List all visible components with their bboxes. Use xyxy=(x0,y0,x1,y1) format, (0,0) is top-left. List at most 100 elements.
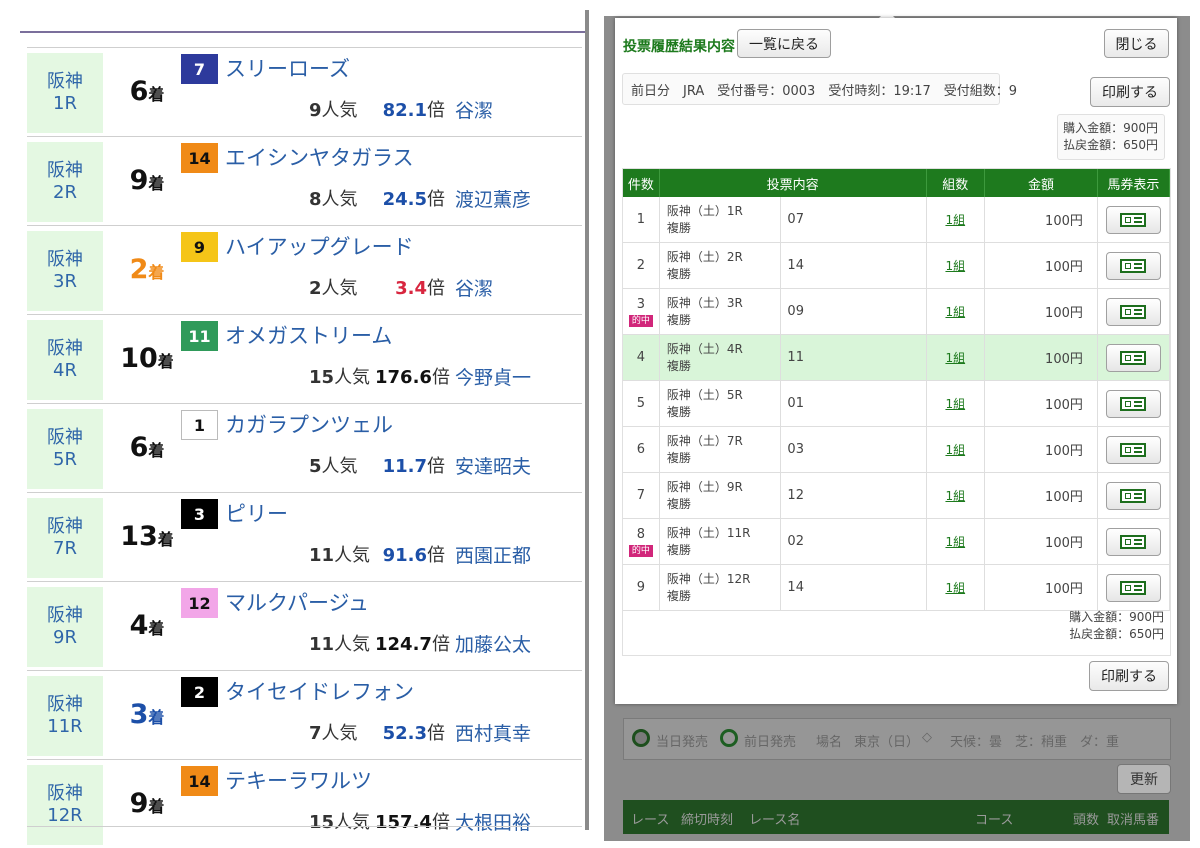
venue-box[interactable]: 阪神 3R xyxy=(27,231,103,311)
finish-place: 10着 xyxy=(111,343,183,374)
venue-box[interactable]: 阪神 1R xyxy=(27,53,103,133)
radio-previous[interactable] xyxy=(720,729,738,747)
show-ticket-button[interactable] xyxy=(1105,297,1161,326)
race-results-panel: 阪神 1R 6着 7 スリーローズ 9人気 82.1倍 谷潔 阪神 2R 9着 14 エイシンヤタガラス… xyxy=(0,0,587,845)
bet-count: 9 xyxy=(623,564,660,611)
show-ticket-button[interactable] xyxy=(1105,205,1161,234)
bet-sets-cell: 1組 xyxy=(926,242,986,289)
venue-box[interactable]: 阪神 12R xyxy=(27,765,103,845)
horse-name[interactable]: オメガストリーム xyxy=(225,320,392,350)
bet-sets-link[interactable]: 1組 xyxy=(945,581,965,595)
bet-sets-link[interactable]: 1組 xyxy=(945,489,965,503)
bet-count: 3 的中 xyxy=(623,288,660,335)
bet-sets-link[interactable]: 1組 xyxy=(945,351,965,365)
jockey-name[interactable]: 安達昭夫 xyxy=(455,452,531,479)
horse-name[interactable]: エイシンヤタガラス xyxy=(225,142,414,172)
show-ticket-button[interactable] xyxy=(1105,435,1161,464)
popularity-suffix: 人気 xyxy=(334,545,371,566)
horse-name[interactable]: ピリー xyxy=(225,498,288,528)
venue-box[interactable]: 阪神 2R xyxy=(27,142,103,222)
venue-box[interactable]: 阪神 11R xyxy=(27,676,103,756)
bet-sets-link[interactable]: 1組 xyxy=(945,443,965,457)
odds-suffix: 倍 xyxy=(427,100,445,121)
venue-name: 阪神 xyxy=(47,516,83,537)
venue-box[interactable]: 阪神 7R xyxy=(27,498,103,578)
jockey-name[interactable]: 今野貞一 xyxy=(455,363,531,390)
jockey-name[interactable]: 西園正都 xyxy=(455,541,531,568)
odds-value: 124.7 xyxy=(375,634,432,655)
bet-sets-link[interactable]: 1組 xyxy=(945,397,965,411)
bet-table-area: 件数 投票内容 組数 金額 馬券表示 1 阪神（土）1R 複勝 07 1組 100円 2 阪神… xyxy=(622,168,1171,656)
race-result-row: 阪神 12R 9着 14 テキーラワルツ 15人気 157.4倍 大根田裕 xyxy=(27,759,582,848)
bet-type: 複勝 xyxy=(666,542,691,557)
jockey-name[interactable]: 西村真幸 xyxy=(455,719,531,746)
place-suffix: 着 xyxy=(148,263,165,282)
bet-sets-link[interactable]: 1組 xyxy=(945,259,965,273)
purchase-amount: 購入金額：900円 xyxy=(1063,121,1158,135)
venue-box[interactable]: 阪神 5R xyxy=(27,409,103,489)
horse-name[interactable]: マルクパージュ xyxy=(225,587,369,617)
horse-number-badge: 14 xyxy=(181,766,218,796)
bet-amount: 100円 xyxy=(984,197,1098,243)
bet-amount: 100円 xyxy=(984,518,1098,565)
venue-name: 阪神 xyxy=(47,338,83,359)
bet-sets-link[interactable]: 1組 xyxy=(945,535,965,549)
bet-sets-link[interactable]: 1組 xyxy=(945,305,965,319)
venue-box[interactable]: 阪神 9R xyxy=(27,587,103,667)
bet-content: 14 xyxy=(780,242,927,289)
odds: 91.6倍 xyxy=(375,541,445,567)
odds-suffix: 倍 xyxy=(427,545,445,566)
horse-name[interactable]: テキーラワルツ xyxy=(225,765,372,795)
jockey-name[interactable]: 大根田裕 xyxy=(455,808,531,835)
horse-name[interactable]: カガラプンツェル xyxy=(225,409,393,439)
close-button[interactable]: 閉じる xyxy=(1104,29,1169,58)
place-number: 6 xyxy=(129,432,149,463)
race-result-row: 阪神 4R 10着 11 オメガストリーム 15人気 176.6倍 今野貞一 xyxy=(27,314,582,403)
bet-type: 複勝 xyxy=(666,220,691,235)
horse-name[interactable]: ハイアップグレード xyxy=(225,231,414,261)
bet-type: 複勝 xyxy=(666,266,691,281)
horse-name[interactable]: タイセイドレフォン xyxy=(225,676,414,706)
radio-today[interactable] xyxy=(632,729,650,747)
bet-no: 6 xyxy=(636,442,646,457)
bet-ticket-cell xyxy=(1097,242,1171,289)
jockey-name[interactable]: 加藤公太 xyxy=(455,630,531,657)
bet-race: 阪神（土）2R 複勝 xyxy=(659,242,782,289)
back-to-list-button[interactable]: 一覧に戻る xyxy=(737,29,831,58)
odds-value: 3.4 xyxy=(395,278,427,299)
jockey-name[interactable]: 渡辺薫彦 xyxy=(455,185,531,212)
jockey-name[interactable]: 谷潔 xyxy=(455,274,493,301)
show-ticket-button[interactable] xyxy=(1105,251,1161,280)
bet-row: 9 阪神（土）12R 複勝 14 1組 100円 xyxy=(623,564,1171,611)
finish-place: 13着 xyxy=(111,521,183,552)
show-ticket-button[interactable] xyxy=(1105,343,1161,372)
place-number: 3 xyxy=(129,699,149,730)
bet-race-name: 阪神（土）4R xyxy=(666,341,743,356)
bet-amount: 100円 xyxy=(984,380,1098,427)
venue-name: 阪神 xyxy=(47,605,83,626)
jockey-name[interactable]: 谷潔 xyxy=(455,96,493,123)
show-ticket-button[interactable] xyxy=(1105,389,1161,418)
popularity-value: 2 xyxy=(309,278,322,299)
bet-race: 阪神（土）11R 複勝 xyxy=(659,518,782,565)
show-ticket-button[interactable] xyxy=(1105,573,1161,602)
weather-text: 天候：曇 芝：稍重 ダ：重 xyxy=(950,735,1120,750)
odds-suffix: 倍 xyxy=(431,367,450,388)
bet-sets-link[interactable]: 1組 xyxy=(945,213,965,227)
venue-select[interactable]: 東京（日） xyxy=(854,731,919,750)
show-ticket-button[interactable] xyxy=(1105,481,1161,510)
venue-box[interactable]: 阪神 4R xyxy=(27,320,103,400)
bet-count: 8 的中 xyxy=(623,518,660,565)
race-result-row: 阪神 11R 3着 2 タイセイドレフォン 7人気 52.3倍 西村真幸 xyxy=(27,670,582,759)
horse-name[interactable]: スリーローズ xyxy=(225,53,350,83)
update-button[interactable]: 更新 xyxy=(1117,764,1171,794)
modal-title: 投票履歴結果内容 xyxy=(623,39,735,55)
odds: 124.7倍 xyxy=(375,630,450,656)
bet-race: 阪神（土）4R 複勝 xyxy=(659,334,782,381)
bet-row: 4 阪神（土）4R 複勝 11 1組 100円 xyxy=(623,334,1171,381)
horse-number-badge: 9 xyxy=(181,232,218,262)
popularity: 11人気 xyxy=(309,541,370,567)
print-button-bottom[interactable]: 印刷する xyxy=(1089,661,1169,691)
print-button-top[interactable]: 印刷する xyxy=(1090,77,1170,107)
show-ticket-button[interactable] xyxy=(1105,527,1161,556)
